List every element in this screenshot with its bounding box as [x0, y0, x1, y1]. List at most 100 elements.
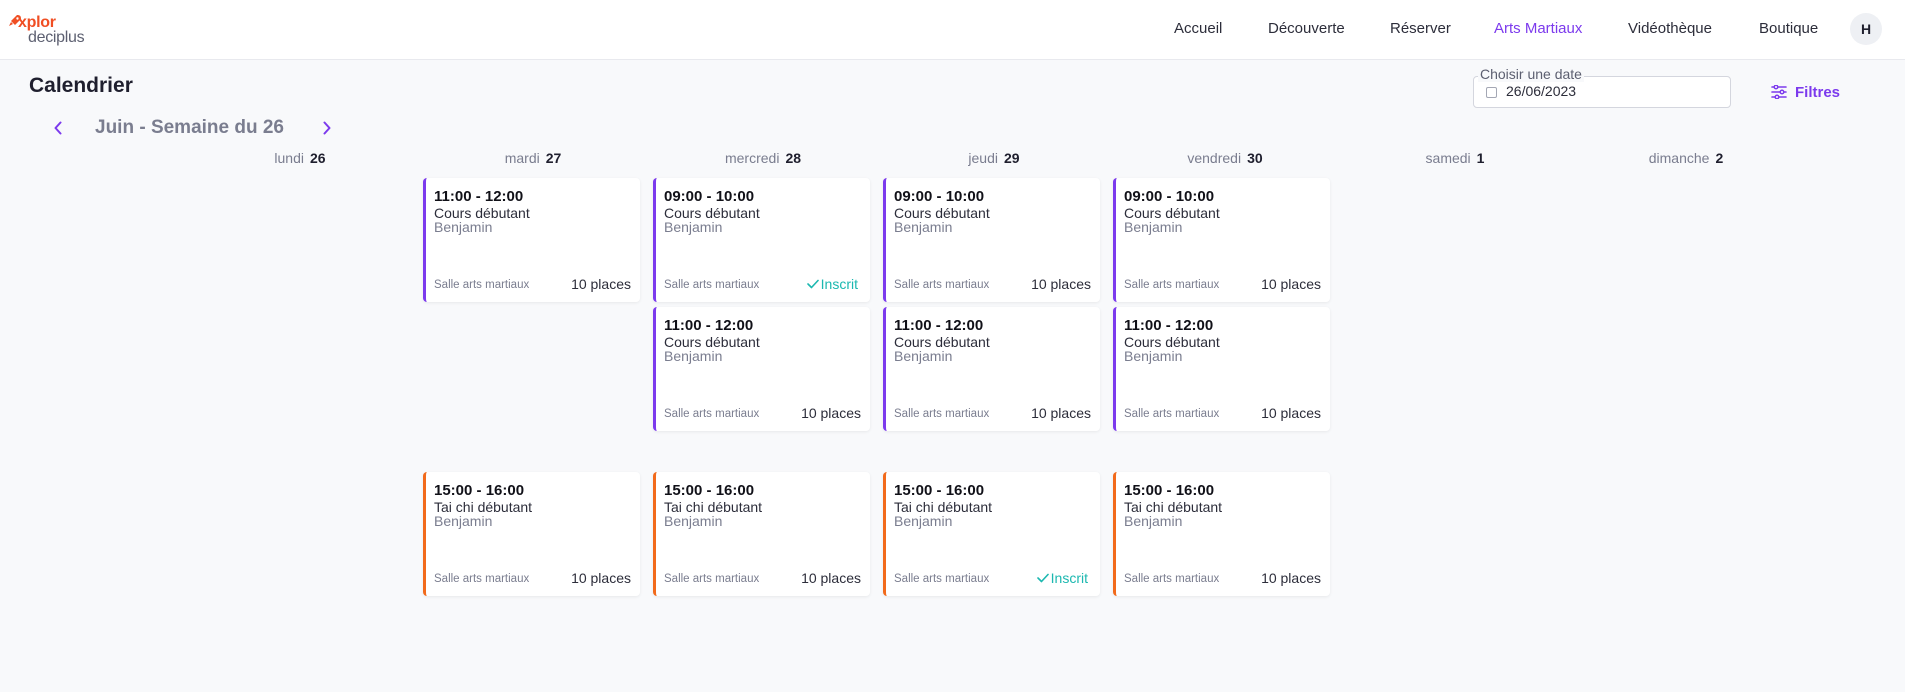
day-number: 27	[545, 150, 562, 166]
day-number: 26	[310, 150, 326, 166]
event-card-thu-0900[interactable]: 09:00 - 10:00 Cours débutant Benjamin Sa…	[883, 178, 1100, 302]
day-header-tuesday: mardi 27	[423, 150, 643, 170]
event-room: Salle arts martiaux	[1124, 408, 1220, 420]
day-header-monday: lundi 26	[190, 150, 410, 170]
event-coach: Benjamin	[894, 219, 953, 235]
day-name: lundi	[274, 150, 304, 166]
event-time: 11:00 - 12:00	[1124, 317, 1214, 334]
event-room: Salle arts martiaux	[434, 573, 530, 585]
event-room: Salle arts martiaux	[894, 279, 990, 291]
event-room: Salle arts martiaux	[1124, 573, 1220, 585]
event-card-wed-1500[interactable]: 15:00 - 16:00 Tai chi débutant Benjamin …	[653, 472, 870, 596]
day-name: samedi	[1425, 150, 1471, 166]
registered-label: Inscrit	[820, 276, 858, 292]
event-places: 10 places	[1261, 570, 1321, 586]
event-time: 09:00 - 10:00	[1124, 188, 1215, 205]
event-room: Salle arts martiaux	[894, 408, 990, 420]
event-coach: Benjamin	[1124, 513, 1183, 529]
registered-badge: Inscrit	[1036, 570, 1088, 586]
day-number: 1	[1476, 150, 1485, 166]
event-coach: Benjamin	[894, 513, 953, 529]
nav-boutique[interactable]: Boutique	[1759, 0, 1818, 58]
registered-label: Inscrit	[1050, 570, 1088, 586]
event-places: 10 places	[571, 570, 631, 586]
event-room: Salle arts martiaux	[434, 279, 530, 291]
event-places: 10 places	[1261, 276, 1321, 292]
event-time: 15:00 - 16:00	[894, 482, 985, 499]
event-card-wed-1100[interactable]: 11:00 - 12:00 Cours débutant Benjamin Sa…	[653, 307, 870, 431]
event-places: 10 places	[1031, 276, 1091, 292]
event-card-fri-0900[interactable]: 09:00 - 10:00 Cours débutant Benjamin Sa…	[1113, 178, 1330, 302]
event-coach: Benjamin	[664, 219, 723, 235]
nav-decouverte[interactable]: Découverte	[1268, 0, 1345, 58]
day-name: dimanche	[1648, 150, 1710, 166]
chevron-left-icon	[54, 121, 62, 135]
event-places: 10 places	[571, 276, 631, 292]
event-time: 11:00 - 12:00	[434, 188, 524, 205]
filters-button[interactable]: Filtres	[1771, 80, 1840, 104]
day-header-thursday: jeudi 29	[884, 150, 1104, 170]
day-number: 2	[1715, 150, 1724, 166]
event-room: Salle arts martiaux	[894, 573, 990, 585]
event-room: Salle arts martiaux	[664, 279, 760, 291]
page-title: Calendrier	[29, 74, 133, 97]
event-room: Salle arts martiaux	[1124, 279, 1220, 291]
date-input-value[interactable]: 26/06/2023	[1506, 83, 1576, 99]
day-name: mardi	[504, 150, 540, 166]
date-input-label: Choisir une date	[1478, 66, 1584, 82]
event-coach: Benjamin	[894, 348, 953, 364]
avatar[interactable]: H	[1850, 13, 1882, 45]
next-week-button[interactable]	[315, 116, 339, 140]
nav-accueil[interactable]: Accueil	[1174, 0, 1222, 58]
check-icon	[806, 279, 819, 289]
day-number: 30	[1247, 150, 1263, 166]
event-card-fri-1500[interactable]: 15:00 - 16:00 Tai chi débutant Benjamin …	[1113, 472, 1330, 596]
event-time: 09:00 - 10:00	[894, 188, 985, 205]
day-name: vendredi	[1187, 150, 1242, 166]
event-time: 15:00 - 16:00	[664, 482, 755, 499]
event-time: 11:00 - 12:00	[664, 317, 754, 334]
event-coach: Benjamin	[664, 513, 723, 529]
event-places: 10 places	[1261, 405, 1321, 421]
chevron-right-icon	[323, 121, 331, 135]
brand-logo[interactable]: xplor deciplus	[8, 14, 98, 48]
event-time: 15:00 - 16:00	[1124, 482, 1215, 499]
event-time: 11:00 - 12:00	[894, 317, 984, 334]
previous-week-button[interactable]	[46, 116, 70, 140]
brand-line2: deciplus	[28, 29, 85, 46]
day-header-wednesday: mercredi 28	[653, 150, 873, 170]
event-places: 10 places	[801, 405, 861, 421]
day-header-friday: vendredi 30	[1115, 150, 1335, 170]
day-number: 28	[785, 150, 802, 166]
event-coach: Benjamin	[434, 219, 493, 235]
sliders-icon	[1771, 85, 1787, 99]
event-coach: Benjamin	[434, 513, 493, 529]
day-number: 29	[1004, 150, 1020, 166]
nav-reserver[interactable]: Réserver	[1390, 0, 1451, 58]
day-name: jeudi	[968, 150, 998, 166]
event-card-thu-1100[interactable]: 11:00 - 12:00 Cours débutant Benjamin Sa…	[883, 307, 1100, 431]
event-card-tue-1100[interactable]: 11:00 - 12:00 Cours débutant Benjamin Sa…	[423, 178, 640, 302]
check-icon	[1036, 573, 1049, 583]
event-coach: Benjamin	[1124, 219, 1183, 235]
event-card-thu-1500[interactable]: 15:00 - 16:00 Tai chi débutant Benjamin …	[883, 472, 1100, 596]
event-coach: Benjamin	[664, 348, 723, 364]
event-time: 09:00 - 10:00	[664, 188, 755, 205]
event-time: 15:00 - 16:00	[434, 482, 525, 499]
week-label: Juin - Semaine du 26	[95, 117, 284, 138]
day-header-saturday: samedi 1	[1345, 150, 1565, 170]
registered-badge: Inscrit	[806, 276, 858, 292]
event-card-fri-1100[interactable]: 11:00 - 12:00 Cours débutant Benjamin Sa…	[1113, 307, 1330, 431]
event-places: 10 places	[1031, 405, 1091, 421]
nav-arts-martiaux[interactable]: Arts Martiaux	[1494, 0, 1582, 58]
top-bar: xplor deciplus Accueil Découverte Réserv…	[0, 0, 1905, 60]
event-card-tue-1500[interactable]: 15:00 - 16:00 Tai chi débutant Benjamin …	[423, 472, 640, 596]
event-room: Salle arts martiaux	[664, 573, 760, 585]
event-places: 10 places	[801, 570, 861, 586]
nav-videotheque[interactable]: Vidéothèque	[1628, 0, 1712, 58]
filters-label: Filtres	[1795, 83, 1841, 101]
event-coach: Benjamin	[1124, 348, 1183, 364]
calendar-icon	[1486, 87, 1497, 98]
day-header-sunday: dimanche 2	[1576, 150, 1796, 170]
event-card-wed-0900[interactable]: 09:00 - 10:00 Cours débutant Benjamin Sa…	[653, 178, 870, 302]
